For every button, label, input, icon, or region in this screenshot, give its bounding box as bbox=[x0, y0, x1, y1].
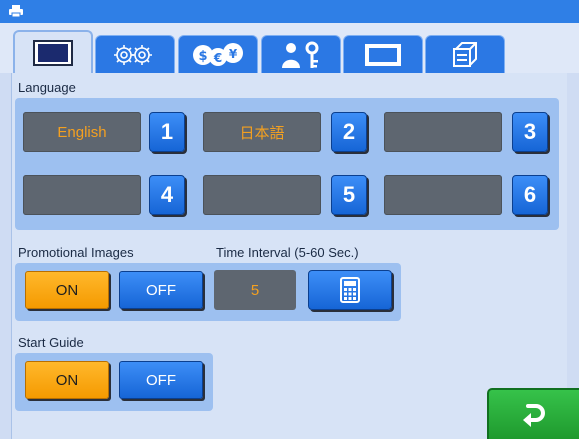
start-guide-on-button[interactable]: ON bbox=[25, 361, 109, 399]
language-field-6[interactable] bbox=[384, 175, 502, 215]
language-label: Language bbox=[18, 80, 76, 95]
gears-icon bbox=[114, 44, 152, 65]
language-field-4[interactable] bbox=[23, 175, 141, 215]
time-interval-label: Time Interval (5-60 Sec.) bbox=[216, 245, 359, 260]
svg-text:€: € bbox=[213, 51, 222, 65]
tab-display[interactable] bbox=[13, 30, 93, 74]
language-field-5[interactable] bbox=[203, 175, 321, 215]
printer-icon bbox=[9, 5, 23, 17]
svg-text:¥: ¥ bbox=[229, 47, 238, 61]
promotional-images-label: Promotional Images bbox=[18, 245, 134, 260]
tab-gears[interactable] bbox=[95, 35, 175, 73]
promotional-on-button[interactable]: ON bbox=[25, 271, 109, 309]
language-field-1[interactable]: English bbox=[23, 112, 141, 152]
device-icon bbox=[453, 41, 477, 67]
time-interval-field[interactable]: 5 bbox=[214, 270, 296, 310]
language-button-6[interactable]: 6 bbox=[512, 175, 548, 215]
settings-screen: $ € ¥ Language English 1 日本語 2 3 4 5 6 P… bbox=[0, 0, 579, 439]
tab-currency[interactable]: $ € ¥ bbox=[178, 35, 258, 73]
language-button-2[interactable]: 2 bbox=[331, 112, 367, 152]
promotional-off-button[interactable]: OFF bbox=[119, 271, 203, 309]
calculator-button[interactable] bbox=[308, 270, 392, 310]
calculator-icon bbox=[340, 277, 360, 303]
title-bar bbox=[0, 0, 579, 23]
frame-icon bbox=[365, 43, 401, 66]
currency-icon: $ € ¥ bbox=[193, 42, 243, 66]
user-key-icon bbox=[282, 41, 319, 68]
language-field-3[interactable] bbox=[384, 112, 502, 152]
back-button[interactable] bbox=[487, 388, 579, 439]
language-button-5[interactable]: 5 bbox=[331, 175, 367, 215]
start-guide-label: Start Guide bbox=[18, 335, 84, 350]
language-field-2[interactable]: 日本語 bbox=[203, 112, 321, 152]
return-arrow-icon bbox=[523, 403, 545, 427]
tab-bar: $ € ¥ bbox=[0, 23, 579, 74]
tab-device[interactable] bbox=[425, 35, 505, 73]
language-button-3[interactable]: 3 bbox=[512, 112, 548, 152]
tab-frame[interactable] bbox=[343, 35, 423, 73]
language-button-1[interactable]: 1 bbox=[149, 112, 185, 152]
tab-user-key[interactable] bbox=[261, 35, 341, 73]
display-icon bbox=[33, 40, 73, 66]
svg-text:$: $ bbox=[198, 49, 207, 64]
start-guide-off-button[interactable]: OFF bbox=[119, 361, 203, 399]
language-button-4[interactable]: 4 bbox=[149, 175, 185, 215]
